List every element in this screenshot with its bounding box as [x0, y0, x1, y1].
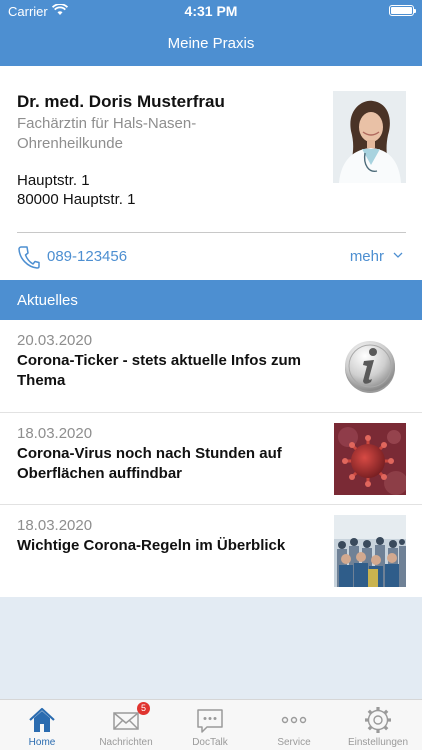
tab-home[interactable]: Home	[0, 700, 84, 750]
more-dots-icon	[281, 716, 307, 724]
news-title: Wichtige Corona-Regeln im Überblick	[17, 537, 286, 554]
crowd-image	[334, 515, 406, 587]
tab-label-doctalk: DocTalk	[192, 737, 228, 748]
news-item[interactable]: 18.03.2020 Wichtige Corona-Regeln im Übe…	[0, 504, 422, 597]
doctor-specialty: Fachärztin für Hals-Nasen-Ohrenheilkunde	[17, 115, 197, 152]
mail-icon	[113, 712, 139, 730]
tab-settings[interactable]: Einstellungen	[336, 700, 420, 750]
virus-image	[334, 423, 406, 495]
tab-label-settings: Einstellungen	[347, 737, 409, 748]
unread-badge: 5	[137, 702, 150, 715]
doctor-city: 80000 Hauptstr. 1	[17, 191, 136, 208]
status-bar: Carrier 4:31 PM	[0, 0, 422, 22]
tab-service[interactable]: Service	[252, 700, 336, 750]
news-date: 18.03.2020	[17, 425, 93, 442]
doctor-photo	[333, 91, 406, 183]
doctor-street: Hauptstr. 1	[17, 172, 90, 189]
news-section-title: Aktuelles	[17, 292, 78, 309]
doctor-name: Dr. med. Doris Musterfrau	[17, 92, 225, 111]
battery-icon	[389, 5, 416, 16]
tab-label-service: Service	[277, 737, 311, 748]
news-item[interactable]: 18.03.2020 Corona-Virus noch nach Stunde…	[0, 412, 422, 504]
divider	[17, 232, 406, 233]
tab-bar: Home 5 Nachrichten DocTalk Service Einst…	[0, 699, 422, 750]
tab-label-home: Home	[28, 737, 56, 748]
news-item[interactable]: 20.03.2020 Corona-Ticker - stets aktuell…	[0, 320, 422, 412]
top-bar: Carrier 4:31 PM Meine Praxis	[0, 0, 422, 66]
more-button[interactable]: mehr	[350, 248, 384, 265]
status-time: 4:31 PM	[184, 3, 238, 19]
tab-messages[interactable]: 5 Nachrichten	[84, 700, 168, 750]
chat-icon	[197, 709, 223, 733]
tab-label-messages: Nachrichten	[99, 737, 153, 748]
news-title: Corona-Ticker - stets aktuelle Infos zum…	[17, 352, 301, 389]
phone-icon[interactable]	[18, 245, 40, 269]
gear-icon	[365, 707, 391, 733]
news-title: Corona-Virus noch nach Stunden auf Oberf…	[17, 445, 282, 482]
page-title: Meine Praxis	[167, 35, 255, 52]
doctor-card: Dr. med. Doris Musterfrau Fachärztin für…	[0, 66, 422, 280]
news-date: 18.03.2020	[17, 517, 93, 534]
phone-link[interactable]: 089-123456	[47, 248, 127, 265]
info-icon	[345, 341, 395, 393]
news-date: 20.03.2020	[17, 332, 93, 349]
tab-doctalk[interactable]: DocTalk	[168, 700, 252, 750]
home-icon	[29, 707, 55, 732]
chevron-down-icon[interactable]	[393, 252, 403, 259]
news-section-header: Aktuelles	[0, 280, 422, 320]
